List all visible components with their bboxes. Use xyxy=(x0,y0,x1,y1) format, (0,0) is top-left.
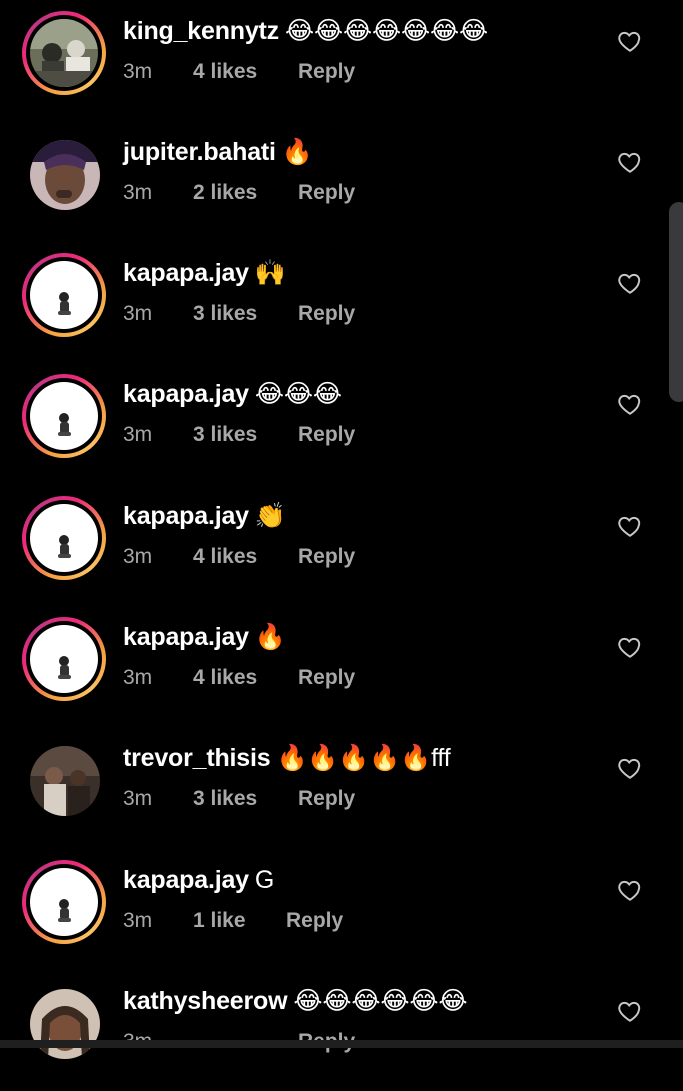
comment-meta: 3m 4 likes Reply xyxy=(123,58,355,86)
reply-button[interactable]: Reply xyxy=(286,907,343,935)
comment-likes[interactable]: 3 likes xyxy=(193,785,298,813)
reply-button[interactable]: Reply xyxy=(298,179,355,207)
comment-body: 😂😂😂😂😂😂 xyxy=(293,987,468,1015)
comment-row: kapapa.jay 🔥 3m 4 likes Reply xyxy=(0,606,683,727)
comment-meta: 3m 3 likes Reply xyxy=(123,300,355,328)
heart-outline-icon[interactable] xyxy=(617,391,643,417)
comment-username[interactable]: kapapa.jay xyxy=(123,259,249,287)
avatar[interactable] xyxy=(22,374,106,458)
heart-outline-icon[interactable] xyxy=(617,634,643,660)
reply-button[interactable]: Reply xyxy=(298,664,355,692)
comment-row: kapapa.jay 👏 3m 4 likes Reply xyxy=(0,485,683,606)
heart-outline-icon[interactable] xyxy=(617,755,643,781)
avatar[interactable] xyxy=(22,860,106,944)
comment-meta: 3m 1 like Reply xyxy=(123,907,343,935)
comment-body: 😂😂😂 xyxy=(254,380,342,408)
comment-meta: 3m 3 likes Reply xyxy=(123,421,355,449)
comment-username[interactable]: kapapa.jay xyxy=(123,623,249,651)
avatar[interactable] xyxy=(22,981,106,1065)
comment-text-line: trevor_thisis 🔥🔥🔥🔥🔥fff xyxy=(123,741,451,775)
avatar[interactable] xyxy=(22,738,106,822)
comment-body: 🙌 xyxy=(254,259,286,287)
reply-button[interactable]: Reply xyxy=(298,421,355,449)
comment-time: 3m xyxy=(123,423,153,446)
comment-likes[interactable]: 4 likes xyxy=(193,543,298,571)
comment-username[interactable]: kapapa.jay xyxy=(123,502,249,530)
comment-time: 3m xyxy=(123,181,153,204)
comment-meta: 3m 4 likes Reply xyxy=(123,543,355,571)
comment-row: kapapa.jay 🙌 3m 3 likes Reply xyxy=(0,242,683,363)
heart-outline-icon[interactable] xyxy=(617,270,643,296)
comment-username[interactable]: kapapa.jay xyxy=(123,380,249,408)
comment-likes[interactable]: 4 likes xyxy=(193,58,298,86)
comment-text-line: kapapa.jay 🔥 xyxy=(123,620,286,654)
heart-outline-icon[interactable] xyxy=(617,877,643,903)
comment-meta: 3m 2 likes Reply xyxy=(123,179,355,207)
comment-row: kapapa.jay G 3m 1 like Reply xyxy=(0,849,683,970)
comment-likes[interactable]: 2 likes xyxy=(193,179,298,207)
heart-outline-icon[interactable] xyxy=(617,513,643,539)
comment-username[interactable]: jupiter.bahati xyxy=(123,138,276,166)
comment-time: 3m xyxy=(123,302,153,325)
comment-text-line: kapapa.jay 👏 xyxy=(123,499,286,533)
comment-body: 🔥 xyxy=(254,623,286,651)
heart-outline-icon[interactable] xyxy=(617,998,643,1024)
comment-body: 👏 xyxy=(254,502,286,530)
reply-button[interactable]: Reply xyxy=(298,300,355,328)
avatar[interactable] xyxy=(22,617,106,701)
heart-outline-icon[interactable] xyxy=(617,149,643,175)
comment-time: 3m xyxy=(123,666,153,689)
comment-row: kapapa.jay 😂😂😂 3m 3 likes Reply xyxy=(0,363,683,484)
comment-time: 3m xyxy=(123,545,153,568)
comment-likes[interactable]: 4 likes xyxy=(193,664,298,692)
comment-meta: 3m 3 likes Reply xyxy=(123,785,355,813)
comment-text-line: kapapa.jay 🙌 xyxy=(123,256,286,290)
comment-body: 😂😂😂😂😂😂😂 xyxy=(284,17,489,45)
heart-outline-icon[interactable] xyxy=(617,28,643,54)
scrollbar-handle[interactable] xyxy=(669,202,683,402)
comment-likes[interactable]: 3 likes xyxy=(193,421,298,449)
comment-row: kathysheerow😂😂😂😂😂😂 3mReply xyxy=(0,970,683,1091)
avatar[interactable] xyxy=(22,253,106,337)
reply-button[interactable]: Reply xyxy=(298,543,355,571)
bottom-edge xyxy=(0,1040,683,1048)
comment-time: 3m xyxy=(123,60,153,83)
avatar[interactable] xyxy=(22,496,106,580)
comment-row: king_kennytz 😂😂😂😂😂😂😂 3m 4 likes Reply xyxy=(0,0,683,121)
avatar[interactable] xyxy=(22,11,106,95)
avatar[interactable] xyxy=(22,132,106,216)
reply-button[interactable]: Reply xyxy=(298,58,355,86)
comment-row: trevor_thisis 🔥🔥🔥🔥🔥fff 3m 3 likes Reply xyxy=(0,727,683,848)
comment-time: 3m xyxy=(123,909,153,932)
comment-username[interactable]: kapapa.jay xyxy=(123,866,249,894)
comment-username[interactable]: trevor_thisis xyxy=(123,744,271,772)
comment-likes[interactable]: 1 like xyxy=(193,907,286,935)
reply-button[interactable]: Reply xyxy=(298,785,355,813)
comment-body: 🔥 xyxy=(281,138,313,166)
comment-text-line: jupiter.bahati 🔥 xyxy=(123,135,313,169)
comment-row: jupiter.bahati 🔥 3m 2 likes Reply xyxy=(0,121,683,242)
comment-time: 3m xyxy=(123,787,153,810)
comment-text-line: kathysheerow 😂😂😂😂😂😂 xyxy=(123,984,468,1018)
comment-text-line: king_kennytz 😂😂😂😂😂😂😂 xyxy=(123,14,488,48)
comment-body: G xyxy=(254,866,275,894)
comment-meta: 3m 4 likes Reply xyxy=(123,664,355,692)
comment-body: 🔥🔥🔥🔥🔥fff xyxy=(276,744,451,772)
comment-likes[interactable]: 3 likes xyxy=(193,300,298,328)
comment-username[interactable]: king_kennytz xyxy=(123,17,279,45)
comment-text-line: kapapa.jay G xyxy=(123,863,274,897)
comment-text-line: kapapa.jay 😂😂😂 xyxy=(123,377,342,411)
comment-username[interactable]: kathysheerow xyxy=(123,987,288,1015)
